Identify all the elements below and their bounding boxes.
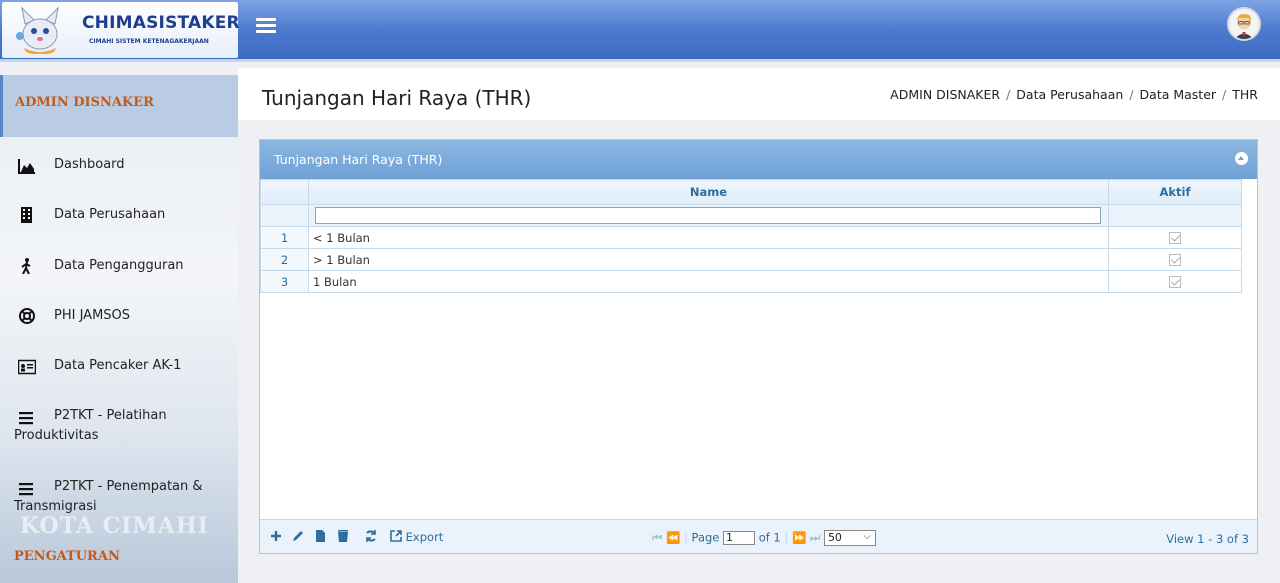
page-header: Tunjangan Hari Raya (THR) ADMIN DISNAKER… bbox=[238, 68, 1280, 120]
filter-row bbox=[260, 204, 1242, 227]
sidebar-item-label-line2: Transmigrasi bbox=[14, 499, 97, 514]
name-cell[interactable]: < 1 Bulan bbox=[308, 226, 1109, 249]
breadcrumb-item[interactable]: Data Master bbox=[1140, 87, 1217, 102]
table-header-row: Name Aktif bbox=[260, 179, 1242, 205]
sidebar-item-data-pencaker[interactable]: Data Pencaker AK-1 bbox=[0, 358, 238, 378]
user-avatar-icon bbox=[1229, 9, 1259, 39]
checkbox-checked-icon bbox=[1169, 232, 1181, 244]
row-number: 1 bbox=[260, 226, 309, 249]
collapse-icon[interactable] bbox=[1235, 152, 1248, 165]
name-filter-input[interactable] bbox=[315, 207, 1101, 224]
area-chart-icon bbox=[18, 159, 35, 174]
table-row[interactable]: 3 1 Bulan bbox=[260, 270, 1242, 293]
grid-pager: Export ⏮ ⏪ | Page 1 of 1 | ⏩ ⏭ 50 View 1… bbox=[260, 519, 1257, 553]
prev-page-icon[interactable]: ⏪ bbox=[666, 531, 680, 545]
sidebar: ADMIN DISNAKER Dashboard Data Perusahaan… bbox=[0, 75, 238, 583]
name-cell[interactable]: 1 Bulan bbox=[308, 270, 1109, 293]
first-page-icon[interactable]: ⏮ bbox=[652, 531, 662, 545]
sidebar-item-label: Dashboard bbox=[54, 157, 125, 172]
sidebar-item-label: P2TKT - Penempatan & bbox=[54, 479, 203, 494]
breadcrumb-item[interactable]: ADMIN DISNAKER bbox=[890, 87, 1000, 102]
row-number: 3 bbox=[260, 270, 309, 293]
column-header-aktif[interactable]: Aktif bbox=[1108, 179, 1242, 205]
grid-caption: Tunjangan Hari Raya (THR) bbox=[260, 140, 1257, 179]
sidebar-item-label: P2TKT - Pelatihan bbox=[54, 408, 167, 423]
grid-caption-label: Tunjangan Hari Raya (THR) bbox=[274, 152, 443, 167]
sidebar-item-dashboard[interactable]: Dashboard bbox=[0, 157, 238, 177]
export-label: Export bbox=[405, 530, 444, 544]
edit-pencil-icon[interactable] bbox=[291, 529, 305, 543]
sidebar-header-label: ADMIN DISNAKER bbox=[15, 95, 154, 110]
building-icon bbox=[21, 207, 32, 223]
sidebar-item-data-pengangguran[interactable]: Data Pengangguran bbox=[0, 258, 238, 278]
external-link-icon bbox=[390, 530, 402, 542]
aktif-cell bbox=[1108, 270, 1242, 293]
sidebar-item-label: Data Perusahaan bbox=[54, 207, 166, 222]
aktif-cell bbox=[1108, 226, 1242, 249]
thr-table: Name Aktif 1 < 1 Bulan 2 > 1 Bulan 3 1 B… bbox=[260, 179, 1242, 293]
page-title: Tunjangan Hari Raya (THR) bbox=[262, 86, 532, 110]
top-bar: CHIMASISTAKER CIMAHI SISTEM KETENAGAKERJ… bbox=[0, 0, 1280, 62]
last-page-icon[interactable]: ⏭ bbox=[810, 531, 820, 545]
app-title: CHIMASISTAKER bbox=[82, 13, 240, 33]
app-subtitle: CIMAHI SISTEM KETENAGAKERJAAN bbox=[89, 38, 209, 45]
aktif-cell bbox=[1108, 248, 1242, 271]
next-page-icon[interactable]: ⏩ bbox=[792, 531, 806, 545]
name-cell[interactable]: > 1 Bulan bbox=[308, 248, 1109, 271]
sidebar-item-label: Data Pengangguran bbox=[54, 258, 184, 273]
column-header-name[interactable]: Name bbox=[308, 179, 1109, 205]
id-card-icon bbox=[18, 359, 36, 375]
app-logo[interactable]: CHIMASISTAKER CIMAHI SISTEM KETENAGAKERJ… bbox=[2, 2, 240, 58]
view-records-info: View 1 - 3 of 3 bbox=[1166, 532, 1249, 546]
sidebar-item-p2tkt-pelatihan[interactable]: P2TKT - Pelatihan Produktivitas bbox=[0, 408, 238, 448]
bars-icon bbox=[19, 412, 33, 425]
walking-person-icon bbox=[21, 258, 31, 274]
export-button[interactable]: Export bbox=[390, 530, 443, 544]
cat-mascot-icon bbox=[16, 6, 59, 54]
breadcrumb-item[interactable]: Data Perusahaan bbox=[1016, 87, 1123, 102]
menu-toggle-icon[interactable] bbox=[256, 18, 276, 34]
sidebar-item-label-line2: Produktivitas bbox=[14, 428, 99, 443]
checkbox-checked-icon bbox=[1169, 276, 1181, 288]
sidebar-item-phi-jamsos[interactable]: PHI JAMSOS bbox=[0, 308, 238, 328]
add-icon[interactable] bbox=[269, 529, 283, 543]
pagination-controls: ⏮ ⏪ | Page 1 of 1 | ⏩ ⏭ 50 bbox=[652, 530, 876, 546]
city-watermark: KOTA CIMAHI bbox=[20, 513, 209, 539]
bars-icon bbox=[19, 483, 33, 496]
thr-grid-panel: Tunjangan Hari Raya (THR) Name Aktif 1 <… bbox=[259, 139, 1258, 554]
sidebar-item-data-perusahaan[interactable]: Data Perusahaan bbox=[0, 207, 238, 227]
checkbox-checked-icon bbox=[1169, 254, 1181, 266]
rows-per-page-select[interactable]: 50 bbox=[823, 530, 876, 546]
row-number: 2 bbox=[260, 248, 309, 271]
life-ring-icon bbox=[19, 308, 35, 324]
page-number-input[interactable]: 1 bbox=[723, 531, 756, 545]
file-icon[interactable] bbox=[313, 529, 327, 543]
page-count-label: of 1 bbox=[758, 530, 781, 545]
trash-icon[interactable] bbox=[336, 529, 350, 543]
table-row[interactable]: 1 < 1 Bulan bbox=[260, 226, 1242, 249]
breadcrumb: ADMIN DISNAKER / Data Perusahaan / Data Mast… bbox=[890, 87, 1258, 102]
breadcrumb-item-current: THR bbox=[1232, 87, 1258, 102]
user-avatar[interactable] bbox=[1227, 7, 1261, 41]
table-row[interactable]: 2 > 1 Bulan bbox=[260, 248, 1242, 271]
sidebar-section-pengaturan[interactable]: PENGATURAN bbox=[14, 549, 120, 564]
sidebar-header: ADMIN DISNAKER bbox=[0, 75, 238, 137]
refresh-icon[interactable] bbox=[364, 529, 378, 543]
page-label: Page bbox=[691, 530, 720, 545]
sidebar-item-label: Data Pencaker AK-1 bbox=[54, 358, 182, 373]
sidebar-item-label: PHI JAMSOS bbox=[54, 308, 131, 323]
row-number-header bbox=[260, 179, 309, 205]
